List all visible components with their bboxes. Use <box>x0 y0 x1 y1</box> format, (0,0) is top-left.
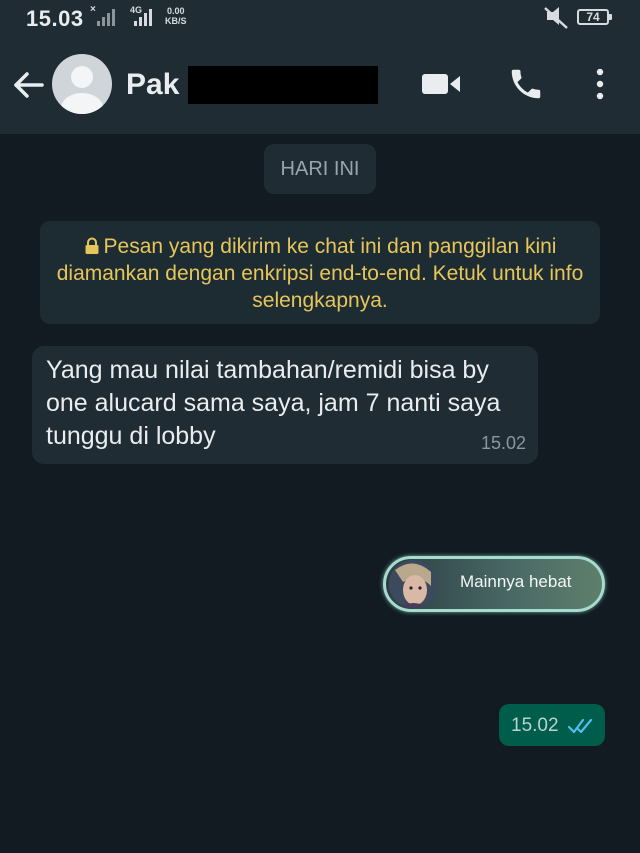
more-options-icon[interactable] <box>588 64 612 104</box>
incoming-message[interactable]: Yang mau nilai tambahan/remidi bisa by o… <box>32 346 538 464</box>
status-time: 15.03 <box>26 6 84 31</box>
no-service-marker: × <box>90 4 96 15</box>
outgoing-message[interactable]: 15.02 <box>499 704 605 746</box>
mute-icon <box>544 7 568 29</box>
double-check-icon <box>567 718 593 734</box>
network-speed: 0.00 KB/S <box>165 6 187 26</box>
battery-icon: 74 <box>577 9 612 25</box>
date-chip: HARI INI <box>264 144 376 194</box>
video-call-icon[interactable] <box>420 69 462 99</box>
hero-face-icon <box>389 560 437 608</box>
default-person-icon <box>61 66 103 114</box>
signal-icon <box>97 8 115 26</box>
status-bar: 15.03 × 4G 0.00 KB/S 74 <box>0 0 640 36</box>
signal-icon-2 <box>134 8 152 26</box>
lock-icon <box>85 237 99 254</box>
sticker-text: Mainnya hebat <box>460 572 572 591</box>
back-arrow-icon[interactable] <box>12 68 46 102</box>
avatar-icon[interactable] <box>52 54 112 114</box>
name-redaction-block <box>188 66 378 104</box>
message-time: 15.02 <box>511 715 559 736</box>
message-text: Yang mau nilai tambahan/remidi bisa by o… <box>46 356 501 450</box>
encryption-notice[interactable]: Pesan yang dikirim ke chat ini dan pangg… <box>40 221 600 324</box>
encryption-notice-text: Pesan yang dikirim ke chat ini dan pangg… <box>56 235 584 312</box>
message-time: 15.02 <box>480 433 526 453</box>
game-sticker[interactable]: Mainnya hebat <box>383 556 605 612</box>
network-speed-unit: KB/S <box>165 16 187 26</box>
chat-header: Pak <box>0 36 640 134</box>
network-speed-value: 0.00 <box>166 6 185 16</box>
contact-name[interactable]: Pak <box>126 68 179 102</box>
phone-icon[interactable] <box>507 65 545 103</box>
hero-portrait-icon <box>389 560 437 608</box>
